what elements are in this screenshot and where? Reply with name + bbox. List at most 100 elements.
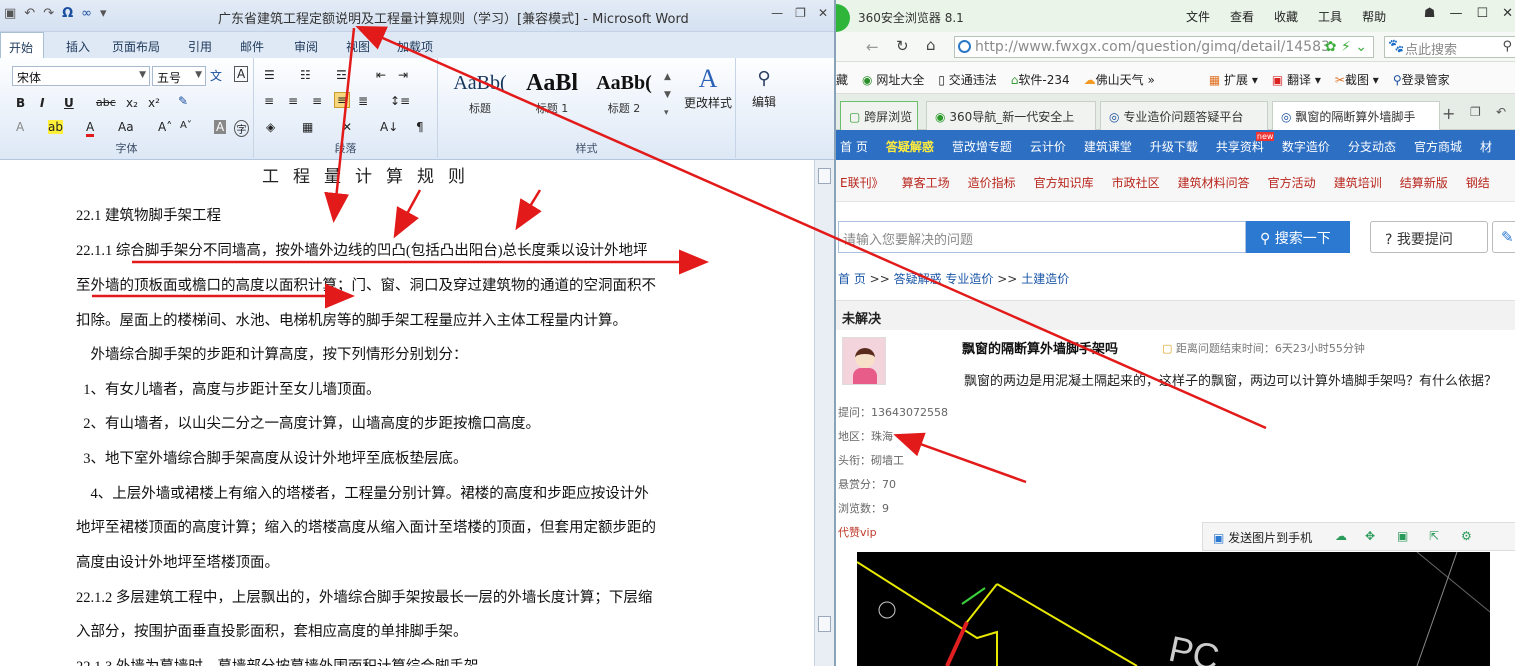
settings-icon[interactable]: ⚙ xyxy=(1461,529,1472,543)
menu-tools[interactable]: 工具 xyxy=(1318,8,1342,25)
document-area[interactable]: 工程量计算规则 22.1 建筑物脚手架工程 22.1.1 综合脚手架分不同墙高，… xyxy=(0,160,814,666)
char-border-icon[interactable]: A xyxy=(234,66,249,82)
align-left-icon[interactable]: ≡ xyxy=(264,94,274,108)
breadcrumb-category[interactable]: 专业造价 xyxy=(945,272,993,286)
tab-review[interactable]: 审阅 xyxy=(294,38,318,55)
change-styles-button[interactable]: A 更改样式 xyxy=(682,64,734,111)
sub-nav-item[interactable]: E联刊》 xyxy=(840,174,884,201)
char-shading-icon[interactable]: A xyxy=(214,120,227,134)
ruler-toggle-icon[interactable] xyxy=(818,168,831,184)
justify-icon[interactable]: ≡ xyxy=(334,92,351,108)
close-icon[interactable]: ✕ xyxy=(818,6,828,20)
font-name-combo[interactable]: 宋体 ▼ xyxy=(12,66,150,86)
tab-home[interactable]: 开始 xyxy=(0,32,44,58)
enclose-char-icon[interactable]: 字 xyxy=(234,120,249,137)
tab-addins[interactable]: 加载项 xyxy=(397,38,433,55)
search-icon[interactable]: ⚲ xyxy=(1502,39,1512,54)
close-icon[interactable]: ✕ xyxy=(1502,6,1513,21)
bookmark-item[interactable]: ◉ 网址大全 xyxy=(862,71,924,93)
restore-icon[interactable]: ❐ xyxy=(795,6,806,20)
decrease-indent-icon[interactable]: ⇤ xyxy=(376,68,386,82)
change-case-icon[interactable]: Aa xyxy=(118,120,134,134)
text-effects-icon[interactable]: A xyxy=(16,120,24,134)
back-icon[interactable]: ← xyxy=(866,38,879,56)
edit-button[interactable]: ✎ xyxy=(1492,221,1515,253)
strikethrough-icon[interactable]: abc xyxy=(96,96,116,109)
borders-icon[interactable]: ▦ xyxy=(302,120,313,134)
sub-nav-item[interactable]: 钢结 xyxy=(1466,174,1490,201)
customize-qat-icon[interactable]: ▾ xyxy=(100,6,107,21)
distributed-icon[interactable]: ≣ xyxy=(358,94,368,108)
tab-360-nav[interactable]: ◉ 360导航_新一代安全上 xyxy=(926,101,1096,130)
highlight-icon[interactable]: ab xyxy=(48,120,63,134)
save-icon[interactable]: ▣ xyxy=(1397,529,1408,543)
sub-nav-item[interactable]: 结算新版 xyxy=(1400,174,1448,201)
translate-button[interactable]: ▣ 翻译 ▾ xyxy=(1272,71,1321,93)
security-icon[interactable]: ✿ ⚡ ⌄ xyxy=(1325,39,1367,55)
site-nav-item[interactable]: 升级下载 xyxy=(1150,138,1198,160)
style-title[interactable]: AaBb( 标题 xyxy=(446,66,514,124)
maximize-icon[interactable]: ☐ xyxy=(1476,6,1488,21)
pinyin-guide-icon[interactable]: 文 xyxy=(210,67,222,84)
bold-icon[interactable]: B xyxy=(16,96,25,110)
align-center-icon[interactable]: ≡ xyxy=(288,94,298,108)
site-nav-item[interactable]: 分支动态 xyxy=(1348,138,1396,160)
tab-insert[interactable]: 插入 xyxy=(66,38,90,55)
home-icon[interactable]: ⌂ xyxy=(926,36,936,54)
site-nav-item[interactable]: 营改增专题 xyxy=(952,138,1012,160)
redo-icon[interactable]: ↷ xyxy=(43,6,54,21)
breadcrumb-qa[interactable]: 答疑解惑 xyxy=(894,272,942,286)
sub-nav-item[interactable]: 建筑材料问答 xyxy=(1178,174,1250,201)
sub-nav-item[interactable]: 建筑培训 xyxy=(1334,174,1382,201)
clear-format-icon[interactable]: ✎ xyxy=(178,94,188,108)
tab-qa-platform[interactable]: ◎ 专业造价问题答疑平台 xyxy=(1100,101,1268,130)
skin-icon[interactable]: ☗ xyxy=(1424,6,1436,21)
undo-icon[interactable]: ↶ xyxy=(24,6,35,21)
share-icon[interactable]: ⇱ xyxy=(1429,529,1439,543)
site-nav-item[interactable]: 数字造价 xyxy=(1282,138,1330,160)
sub-nav-item[interactable]: 官方知识库 xyxy=(1034,174,1094,201)
tab-active-question[interactable]: ◎ 飘窗的隔断算外墙脚手 xyxy=(1272,101,1440,130)
site-nav-item[interactable]: 建筑课堂 xyxy=(1084,138,1132,160)
increase-indent-icon[interactable]: ⇥ xyxy=(398,68,408,82)
login-manager-button[interactable]: ⚲登录管家 xyxy=(1393,71,1450,93)
send-to-phone-button[interactable]: ▣ 发送图片到手机 xyxy=(1213,529,1312,546)
site-nav-qa[interactable]: 答疑解惑 xyxy=(886,138,934,160)
bookmark-item[interactable]: ⌂软件-234 xyxy=(1011,71,1070,93)
equation-icon[interactable]: ∞ xyxy=(81,6,92,21)
chinese-layout-icon[interactable]: ✕ xyxy=(342,120,352,134)
italic-icon[interactable]: I xyxy=(40,96,44,110)
menu-file[interactable]: 文件 xyxy=(1186,8,1210,25)
tab-references[interactable]: 引用 xyxy=(188,38,212,55)
font-size-combo[interactable]: 五号 ▼ xyxy=(152,66,206,86)
styles-scroll-icon[interactable]: ▲ ▼ ▾ xyxy=(664,68,671,122)
breadcrumb-home[interactable]: 首 页 xyxy=(838,272,866,286)
sub-nav-item[interactable]: 市政社区 xyxy=(1112,174,1160,201)
site-nav-item[interactable]: 官方商城 xyxy=(1414,138,1462,160)
scroll-thumb[interactable] xyxy=(818,616,831,632)
tab-view[interactable]: 视图 xyxy=(346,38,370,55)
show-marks-icon[interactable]: ¶ xyxy=(416,120,424,134)
vertical-scrollbar[interactable] xyxy=(814,160,834,666)
new-tab-icon[interactable]: + xyxy=(1442,104,1455,123)
sub-nav-item[interactable]: 算客工场 xyxy=(902,174,950,201)
search-engine-icon[interactable]: 🐾 xyxy=(1388,39,1404,54)
cloud-icon[interactable]: ☁ xyxy=(1335,529,1347,543)
extensions-button[interactable]: ▦ 扩展 ▾ xyxy=(1209,71,1258,93)
tab-list-icon[interactable]: ❐ xyxy=(1470,105,1481,119)
site-nav-item[interactable]: 云计价 xyxy=(1030,138,1066,160)
screenshot-button[interactable]: ✂截图 ▾ xyxy=(1335,71,1379,93)
site-nav-home[interactable]: 首 页 xyxy=(840,138,868,160)
bookmark-item[interactable]: ☁佛山天气 » xyxy=(1084,71,1155,93)
address-bar[interactable]: http://www.fwxgx.com/question/gimq/detai… xyxy=(954,36,1374,58)
numbering-icon[interactable]: ☷ xyxy=(300,68,311,82)
align-right-icon[interactable]: ≡ xyxy=(312,94,322,108)
save-icon[interactable]: ▣ xyxy=(4,6,16,21)
subscript-icon[interactable]: x₂ xyxy=(126,96,138,110)
style-heading-1[interactable]: AaBl 标题 1 xyxy=(518,66,586,124)
underline-icon[interactable]: U xyxy=(64,96,74,110)
bullets-icon[interactable]: ☰ xyxy=(264,68,275,82)
style-heading-2[interactable]: AaBb( 标题 2 xyxy=(590,66,658,124)
tab-mailings[interactable]: 邮件 xyxy=(240,38,264,55)
grow-font-icon[interactable]: A˄ xyxy=(158,120,172,134)
